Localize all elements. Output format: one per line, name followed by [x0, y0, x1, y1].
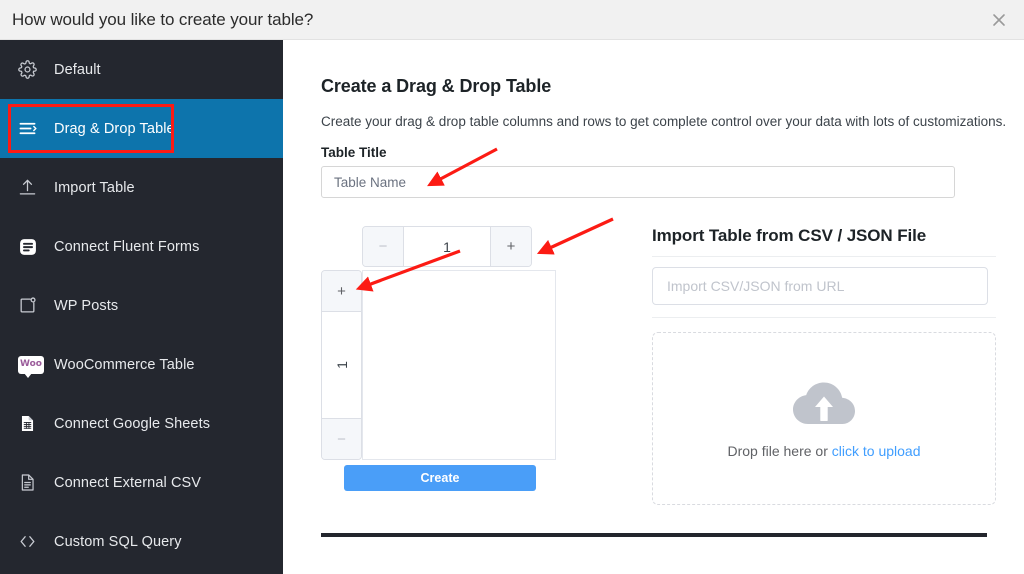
create-button[interactable]: Create [344, 465, 536, 491]
import-heading: Import Table from CSV / JSON File [652, 226, 927, 245]
rows-minus-button[interactable]: − [322, 418, 361, 459]
rows-plus-button[interactable]: + [322, 271, 361, 312]
table-title-label: Table Title [321, 145, 387, 160]
sidebar-item-connect-google-sheets[interactable]: Connect Google Sheets [0, 394, 283, 453]
csv-file-icon [18, 471, 46, 495]
sidebar-item-label: Custom SQL Query [54, 533, 182, 550]
modal-header: How would you like to create your table? [0, 0, 1024, 40]
sidebar-item-label: WP Posts [54, 297, 119, 314]
sidebar-item-label: Default [54, 61, 101, 78]
file-dropzone[interactable]: Drop file here or click to upload [652, 332, 996, 505]
table-title-input[interactable] [321, 166, 955, 198]
rows-value[interactable]: 1 [322, 312, 361, 418]
dropzone-text: Drop file here or click to upload [728, 443, 921, 459]
bottom-divider [321, 533, 987, 537]
sidebar: Default Drag & Drop Table Import Table C… [0, 40, 283, 574]
import-divider [652, 256, 996, 257]
columns-value[interactable]: 1 [404, 227, 490, 266]
drag-drop-icon [18, 117, 46, 141]
sidebar-item-connect-fluent-forms[interactable]: Connect Fluent Forms [0, 217, 283, 276]
sidebar-item-import-table[interactable]: Import Table [0, 158, 283, 217]
import-divider-2 [652, 317, 996, 318]
import-url-input[interactable] [652, 267, 988, 305]
section-heading: Create a Drag & Drop Table [321, 76, 552, 96]
sidebar-item-drag-drop-table[interactable]: Drag & Drop Table [0, 99, 283, 158]
sidebar-item-label: Import Table [54, 179, 135, 196]
rows-stepper: + 1 − [321, 270, 362, 460]
table-grid-preview[interactable] [362, 270, 556, 460]
main-content: Create a Drag & Drop Table Create your d… [283, 40, 1024, 574]
code-brackets-icon [18, 530, 46, 554]
rows-value-text: 1 [333, 361, 350, 369]
sidebar-item-woocommerce-table[interactable]: Woo WooCommerce Table [0, 335, 283, 394]
dropzone-text-static: Drop file here or [727, 442, 832, 459]
import-panel: Import Table from CSV / JSON File Import… [652, 226, 996, 505]
columns-stepper: − 1 + [362, 226, 532, 267]
upload-arrow-icon [18, 176, 46, 200]
click-to-upload-link[interactable]: click to upload [832, 443, 921, 459]
gear-icon [18, 58, 46, 82]
sidebar-item-wp-posts[interactable]: WP Posts [0, 276, 283, 335]
page-title: How would you like to create your table? [12, 9, 314, 29]
sidebar-item-custom-sql-query[interactable]: Custom SQL Query [0, 512, 283, 571]
sidebar-item-default[interactable]: Default [0, 40, 283, 99]
sidebar-item-label: Drag & Drop Table [54, 120, 175, 137]
sidebar-item-label: WooCommerce Table [54, 356, 195, 373]
cloud-upload-icon [791, 379, 857, 429]
close-icon[interactable] [988, 9, 1010, 31]
sidebar-item-label: Connect External CSV [54, 474, 202, 491]
sidebar-item-label: Connect Google Sheets [54, 415, 211, 432]
columns-plus-button[interactable]: + [490, 227, 531, 266]
wp-posts-icon [18, 294, 46, 318]
sidebar-item-label: Connect Fluent Forms [54, 238, 200, 255]
sidebar-item-connect-external-csv[interactable]: Connect External CSV [0, 453, 283, 512]
section-description: Create your drag & drop table columns an… [321, 114, 1007, 129]
create-table-modal: How would you like to create your table?… [0, 0, 1024, 574]
woocommerce-icon: Woo [18, 353, 46, 378]
google-sheets-icon [18, 412, 46, 436]
columns-minus-button[interactable]: − [363, 227, 404, 266]
fluent-forms-icon [18, 235, 46, 259]
